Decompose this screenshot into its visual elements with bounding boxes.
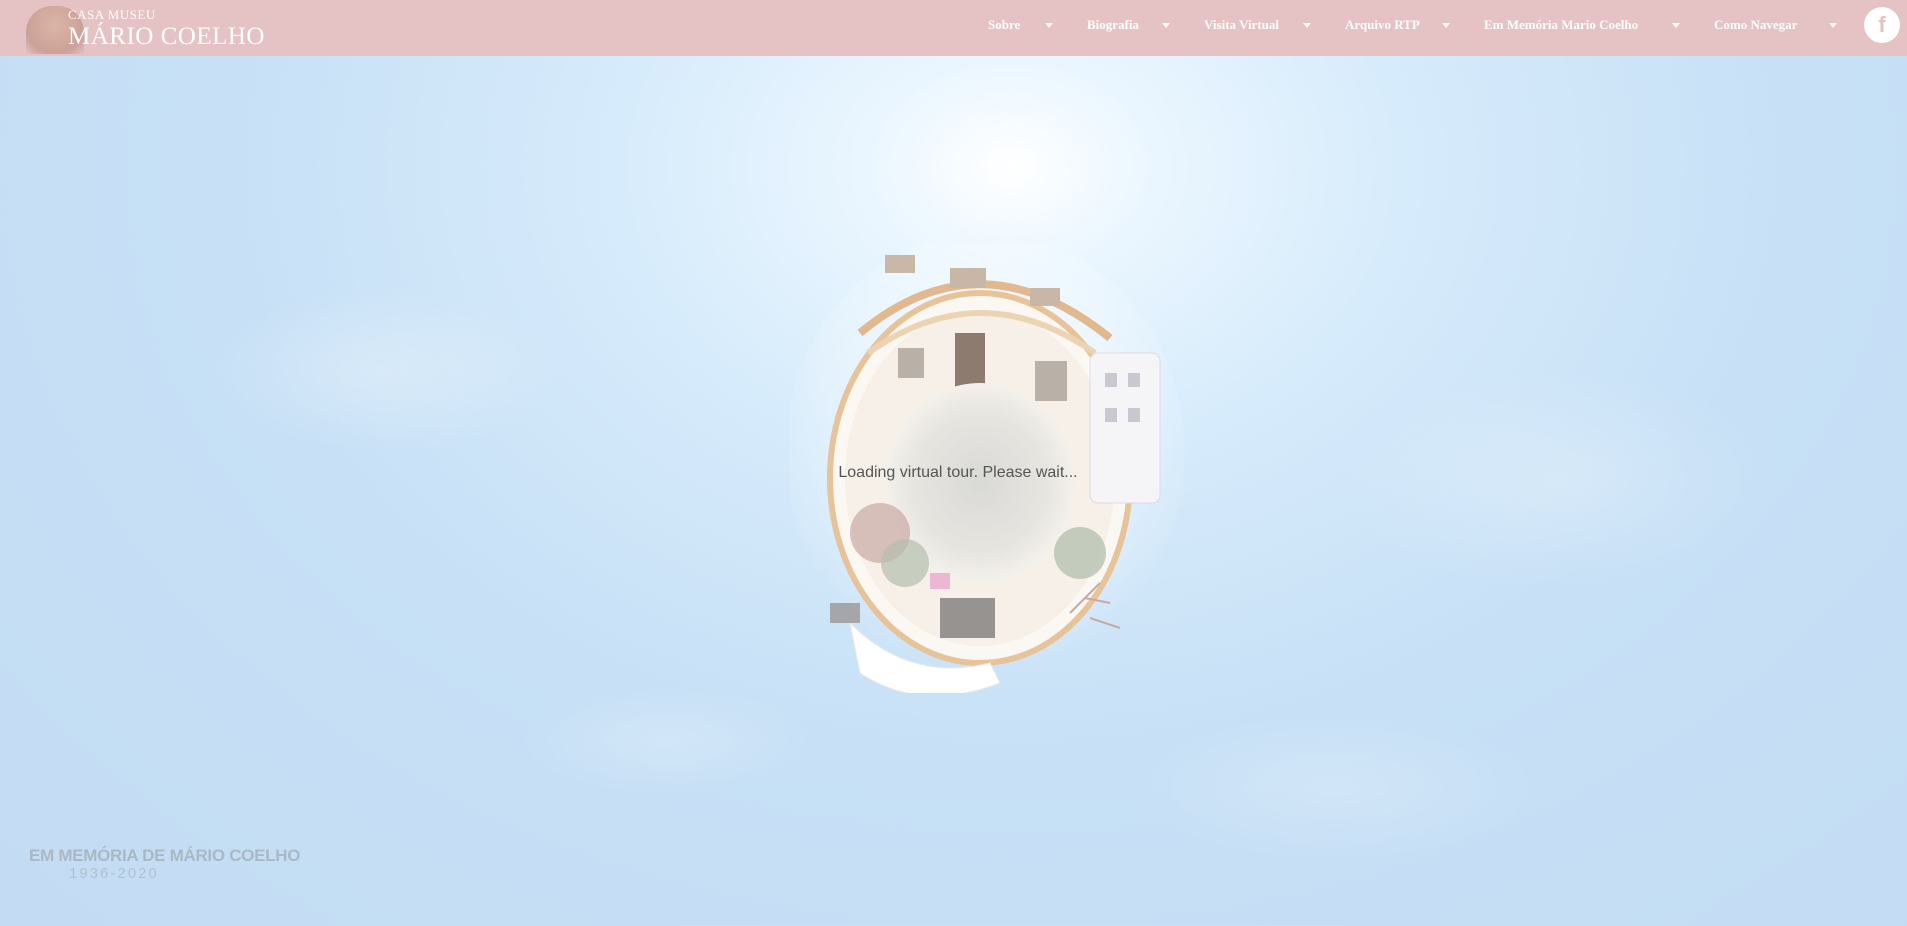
nav-item-biografia[interactable]: Biografia [1087,17,1139,35]
chevron-down-icon[interactable] [1162,23,1170,28]
memorial-title: EM MEMÓRIA DE MÁRIO COELHO [29,846,301,865]
main-menu: Sobre Biografia Visita Virtual Arquivo R… [0,0,1907,52]
chevron-down-icon[interactable] [1442,23,1450,28]
top-navigation-bar: CASA MUSEU MÁRIO COELHO Sobre Biografia … [0,0,1907,56]
nav-item-como-navegar[interactable]: Como Navegar [1714,17,1797,35]
chevron-down-icon[interactable] [1045,23,1053,28]
memorial-watermark: EM MEMÓRIA DE MÁRIO COELHO 1936-2020 [29,846,301,882]
chevron-down-icon[interactable] [1303,23,1311,28]
nav-item-sobre[interactable]: Sobre [988,17,1020,35]
chevron-down-icon[interactable] [1829,23,1837,28]
nav-item-em-memoria[interactable]: Em Memória Mario Coelho [1484,17,1638,35]
loading-message: Loading virtual tour. Please wait... [838,464,1078,481]
nav-item-visita-virtual[interactable]: Visita Virtual [1204,17,1279,35]
nav-item-arquivo-rtp[interactable]: Arquivo RTP [1345,17,1420,35]
chevron-down-icon[interactable] [1672,23,1680,28]
memorial-years: 1936-2020 [69,865,159,882]
facebook-icon: f [1878,12,1886,37]
facebook-button[interactable]: f [1864,7,1900,43]
